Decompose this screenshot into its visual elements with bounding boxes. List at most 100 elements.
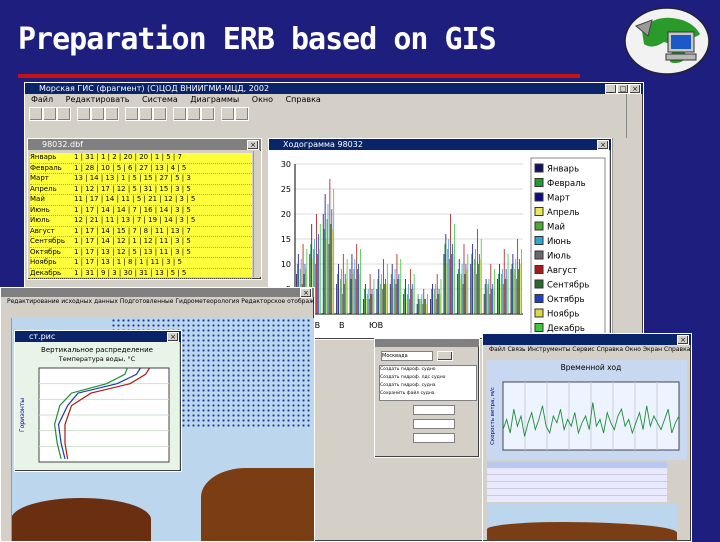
close-icon[interactable]: ×: [677, 335, 689, 345]
close-icon[interactable]: ×: [629, 84, 641, 94]
bar: [354, 259, 356, 314]
bar: [332, 229, 334, 314]
bar: [406, 299, 407, 314]
menu-system[interactable]: Система: [142, 95, 178, 104]
info-icon[interactable]: [221, 107, 235, 121]
dialog-list[interactable]: Создать гидроф. судно Создать гидроф. лд…: [379, 365, 477, 401]
bar: [488, 279, 490, 314]
dialog-select[interactable]: Москвада: [381, 351, 433, 361]
bar: [451, 254, 452, 314]
legend-label: Июнь: [547, 237, 571, 247]
bar: [331, 209, 333, 314]
table-row[interactable]: Октябрь 1 | 17 | 13 | 12 | 5 | 13 | 11 | …: [30, 248, 252, 258]
zoom-out-icon[interactable]: [139, 107, 153, 121]
profile-titlebar[interactable]: ст.рис ×: [15, 331, 181, 342]
bar: [431, 289, 432, 314]
table-cell-month: Сентябрь: [30, 237, 65, 245]
print-icon[interactable]: [57, 107, 71, 121]
bar-window-titlebar[interactable]: Ходограмма 98032 ×: [269, 139, 611, 150]
bar: [394, 269, 396, 314]
bar: [458, 259, 460, 314]
help-icon[interactable]: [235, 107, 249, 121]
bar: [405, 279, 406, 314]
bar: [343, 284, 345, 314]
bar: [491, 289, 493, 314]
table-row[interactable]: Январь 1 | 31 | 1 | 2 | 20 | 20 | 1 | 5 |…: [30, 153, 252, 164]
map-left-toolbar[interactable]: [1, 318, 12, 541]
menu-file[interactable]: Файл: [31, 95, 53, 104]
bar: [517, 239, 519, 314]
list-item[interactable]: Создать гидроф. судно: [380, 366, 476, 374]
bar: [421, 294, 423, 314]
table-row[interactable]: Февраль 1 | 28 | 10 | 5 | 6 | 27 | 13 | 4…: [30, 164, 252, 174]
app-menubar: Файл Редактировать Система Диаграммы Окн…: [25, 94, 643, 105]
map-icon[interactable]: [201, 107, 215, 121]
menu-window[interactable]: Окно: [252, 95, 273, 104]
table-cell-values: 1 | 17 | 13 | 1 | 8 | 1 | 11 | 3 | 5: [74, 258, 182, 266]
copy-icon[interactable]: [91, 107, 105, 121]
table-row[interactable]: Апрель 1 | 12 | 17 | 12 | 5 | 31 | 15 | 3…: [30, 184, 252, 195]
bar: [493, 289, 495, 314]
table-cell-values: 1 | 12 | 17 | 12 | 5 | 31 | 15 | 3 | 5: [74, 184, 191, 193]
table-cell-month: Апрель: [30, 184, 57, 193]
table-row[interactable]: Июль 12 | 21 | 11 | 13 | 7 | 19 | 14 | 3 …: [30, 216, 252, 227]
table-row[interactable]: Июнь 1 | 17 | 14 | 14 | 7 | 16 | 14 | 3 |…: [30, 206, 252, 216]
bar: [464, 274, 466, 314]
list-item[interactable]: Создать гидроф. судна: [380, 382, 476, 390]
dialog-titlebar[interactable]: [375, 339, 479, 347]
table-row[interactable]: Март 13 | 14 | 13 | 1 | 5 | 15 | 27 | 5 |…: [30, 174, 252, 185]
dialog-field[interactable]: [413, 405, 455, 415]
menu-edit[interactable]: Редактировать: [66, 95, 130, 104]
table-window-titlebar[interactable]: 98032.dbf ×: [28, 139, 261, 150]
close-icon[interactable]: ×: [300, 288, 312, 298]
y-tick-label: 30: [281, 160, 291, 169]
bar: [317, 234, 319, 314]
dialog-field[interactable]: [413, 419, 455, 429]
table-icon[interactable]: [173, 107, 187, 121]
list-item[interactable]: Создать гидроф. лдс судно: [380, 374, 476, 382]
bar: [355, 279, 357, 314]
minimize-icon[interactable]: _: [605, 84, 617, 94]
table-scrollbar[interactable]: [253, 151, 261, 277]
close-icon[interactable]: ×: [597, 140, 609, 150]
paste-icon[interactable]: [105, 107, 119, 121]
chart-icon[interactable]: [187, 107, 201, 121]
bar: [316, 214, 317, 314]
open-file-icon[interactable]: [29, 107, 43, 121]
bar: [419, 304, 421, 314]
bar: [497, 279, 498, 314]
bar: [456, 274, 458, 314]
table-row[interactable]: Декабрь 1 | 31 | 9 | 3 | 30 | 31 | 13 | 5…: [30, 268, 252, 279]
save-icon[interactable]: [43, 107, 57, 121]
bar: [436, 274, 438, 314]
cut-icon[interactable]: [77, 107, 91, 121]
pan-icon[interactable]: [153, 107, 167, 121]
series-titlebar[interactable]: ×: [483, 334, 691, 345]
legend-label: Июль: [547, 252, 571, 262]
table-cell-month: Декабрь: [30, 268, 62, 277]
close-icon[interactable]: ×: [167, 332, 179, 342]
map-menubar[interactable]: Редактирование исходных данных Подготовл…: [1, 297, 314, 306]
bar: [427, 294, 428, 314]
bar: [416, 304, 418, 314]
table-row[interactable]: Август 1 | 17 | 14 | 15 | 7 | 8 | 11 | 13…: [30, 227, 252, 237]
series-menubar[interactable]: Файл Связь Инструменты Сервис Справка Ок…: [483, 345, 691, 355]
table-row[interactable]: Сентябрь 1 | 17 | 14 | 12 | 1 | 12 | 11 |…: [30, 237, 252, 248]
menu-diagrams[interactable]: Диаграммы: [190, 95, 239, 104]
table-row[interactable]: Ноябрь 1 | 17 | 13 | 1 | 8 | 1 | 11 | 3 |…: [30, 258, 252, 269]
dialog-button[interactable]: [437, 351, 453, 361]
app-titlebar[interactable]: Морская ГИС (фрагмент) (C)ЦОД ВНИИГМИ-МЦ…: [25, 83, 643, 94]
bar: [420, 299, 422, 314]
table-row[interactable]: Май 11 | 17 | 14 | 11 | 5 | 21 | 12 | 3 |…: [30, 195, 252, 206]
close-icon[interactable]: ×: [247, 140, 259, 150]
time-series-chart: Временной ход Скорость ветра, м/с: [487, 360, 687, 460]
map-window-titlebar[interactable]: ×: [1, 288, 314, 298]
bar: [338, 264, 339, 314]
menu-help[interactable]: Справка: [286, 95, 321, 104]
maximize-icon[interactable]: □: [617, 84, 629, 94]
zoom-in-icon[interactable]: [125, 107, 139, 121]
dialog-field[interactable]: [413, 433, 455, 443]
bar: [413, 274, 415, 314]
list-item[interactable]: Сохранить файл судна: [380, 390, 476, 398]
bar: [470, 264, 472, 314]
